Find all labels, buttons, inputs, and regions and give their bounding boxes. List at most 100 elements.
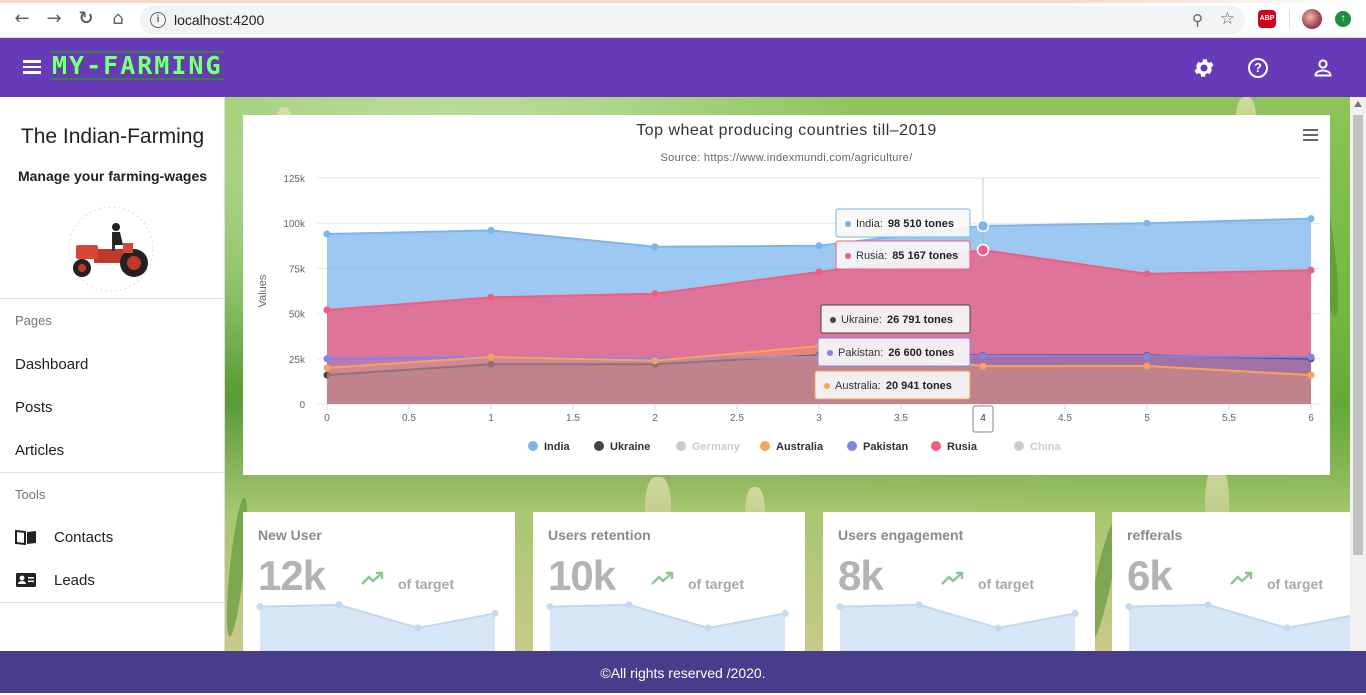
stat-value: 8k	[838, 552, 884, 599]
sidebar-divider	[0, 472, 225, 473]
sidebar-item-articles[interactable]: Articles	[15, 442, 64, 459]
chart-context-menu-icon[interactable]	[1303, 129, 1318, 141]
legend-marker[interactable]	[931, 441, 941, 451]
legend-item-ukraine[interactable]: Ukraine	[594, 441, 650, 453]
legend-item-pakistan[interactable]: Pakistan	[847, 441, 909, 453]
bookmark-star-icon[interactable]: ☆	[1220, 9, 1235, 29]
legend-marker[interactable]	[594, 441, 604, 451]
back-icon[interactable]: ←	[12, 9, 32, 29]
data-point-pakistan	[1143, 352, 1151, 360]
tooltip-label-pakistan: Pakistan:	[838, 347, 883, 359]
tooltip-label-australia: Australia:	[835, 380, 881, 392]
stat-target-label: of target	[1267, 576, 1323, 592]
data-point-india	[323, 230, 331, 238]
x-tick-label: 3	[816, 413, 822, 424]
stat-card: refferals 6k of target	[1112, 512, 1350, 651]
legend-label[interactable]: Ukraine	[610, 441, 650, 453]
sparkline-point	[625, 601, 633, 609]
url-text[interactable]: localhost:4200	[174, 12, 264, 28]
legend-item-germany[interactable]: Germany	[676, 441, 741, 453]
stat-label: Users retention	[548, 527, 651, 543]
tooltip-marker-australia	[824, 383, 830, 389]
tab-strip-edge	[0, 0, 1366, 3]
sidebar-item-leads[interactable]: Leads	[54, 572, 95, 589]
tooltip-label-rusia: Rusia:	[856, 250, 887, 262]
data-point-india	[976, 219, 990, 233]
sparkline-point	[1204, 601, 1212, 609]
legend-label[interactable]: Rusia	[947, 441, 978, 453]
data-point-australia	[1143, 362, 1151, 370]
stat-value: 10k	[548, 552, 616, 599]
trending-up-icon	[651, 571, 674, 585]
chart-title: Top wheat producing countries till–2019	[636, 122, 937, 139]
legend-item-india[interactable]: India	[528, 441, 571, 453]
sidebar-item-dashboard[interactable]: Dashboard	[15, 356, 88, 373]
zoom-icon[interactable]: ⚲	[1192, 11, 1203, 29]
address-bar[interactable]: i localhost:4200 ⚲ ☆	[140, 6, 1245, 34]
sparkline-point	[781, 609, 789, 617]
legend-marker[interactable]	[528, 441, 538, 451]
legend-item-australia[interactable]: Australia	[760, 441, 824, 453]
forward-icon[interactable]: →	[44, 9, 64, 29]
data-point-australia	[487, 353, 495, 361]
sparkline-point	[1071, 609, 1079, 617]
x-tick-label: 0.5	[402, 413, 416, 424]
legend-marker[interactable]	[760, 441, 770, 451]
stat-value: 6k	[1127, 552, 1173, 599]
adblock-extension-icon[interactable]: ABP	[1258, 10, 1276, 28]
x-tick-label: 2	[652, 413, 658, 424]
legend-label[interactable]: Germany	[692, 441, 741, 453]
legend-label[interactable]: Pakistan	[863, 441, 909, 453]
account-icon[interactable]	[1311, 56, 1335, 80]
app-toolbar: MY-FARMING ?	[0, 38, 1366, 97]
menu-icon[interactable]	[23, 60, 41, 74]
x-tick-label: 5	[1144, 413, 1150, 424]
trending-up-icon	[941, 571, 964, 585]
stat-target-label: of target	[688, 576, 744, 592]
brand-logo[interactable]: MY-FARMING	[50, 51, 225, 80]
chart-canvas: 0 25k 50k 75k 100k 125k Values 0 0.5 1 1.5 2 2.5 3 3.5…	[257, 174, 1321, 453]
help-icon[interactable]: ?	[1248, 58, 1268, 78]
stat-sparkline	[1125, 601, 1350, 651]
settings-icon[interactable]	[1192, 56, 1216, 80]
tooltip-marker-rusia	[845, 253, 851, 259]
page-scrollbar[interactable]	[1350, 97, 1366, 651]
sparkline-point	[994, 624, 1002, 632]
profile-avatar[interactable]	[1302, 9, 1322, 29]
legend-label[interactable]: India	[544, 441, 571, 453]
tooltip-marker-pakistan	[827, 350, 833, 356]
scrollbar-thumb[interactable]	[1353, 115, 1363, 555]
legend-item-rusia[interactable]: Rusia	[931, 441, 978, 453]
y-axis-title: Values	[257, 274, 269, 307]
reload-icon[interactable]: ↻	[76, 9, 96, 29]
home-icon[interactable]: ⌂	[108, 9, 128, 29]
legend-label[interactable]: Australia	[776, 441, 824, 453]
legend-marker[interactable]	[676, 441, 686, 451]
stat-label: refferals	[1127, 527, 1183, 543]
data-point-australia	[1307, 371, 1315, 379]
legend-marker[interactable]	[847, 441, 857, 451]
stat-card: Users engagement 8k of target	[823, 512, 1095, 651]
sidebar-divider	[0, 298, 225, 299]
y-tick-label: 125k	[283, 174, 306, 185]
stat-sparkline	[256, 601, 499, 651]
info-icon[interactable]: i	[150, 12, 166, 28]
scroll-up-icon[interactable]	[1354, 101, 1362, 107]
data-point-rusia	[487, 293, 495, 301]
extension-divider	[1289, 9, 1290, 29]
legend-item-china[interactable]: China	[1014, 441, 1061, 453]
stat-card: Users retention 10k of target	[533, 512, 805, 651]
legend-label[interactable]: China	[1030, 441, 1061, 453]
hover-x-label: 4	[980, 413, 986, 424]
x-tick-label: 1	[488, 413, 494, 424]
y-tick-label: 50k	[289, 310, 306, 321]
legend-marker[interactable]	[1014, 441, 1024, 451]
y-tick-label: 75k	[289, 264, 306, 275]
update-icon[interactable]: ↑	[1335, 11, 1351, 27]
x-tick-label: 2.5	[730, 413, 744, 424]
sidebar-item-posts[interactable]: Posts	[15, 399, 53, 416]
wheat-production-chart: 0 25k 50k 75k 100k 125k Values 0 0.5 1 1.5 2 2.5 3 3.5…	[243, 115, 1330, 475]
y-tick-label: 100k	[283, 219, 306, 230]
data-point-pakistan	[1307, 353, 1315, 361]
sidebar-item-contacts[interactable]: Contacts	[54, 529, 113, 546]
